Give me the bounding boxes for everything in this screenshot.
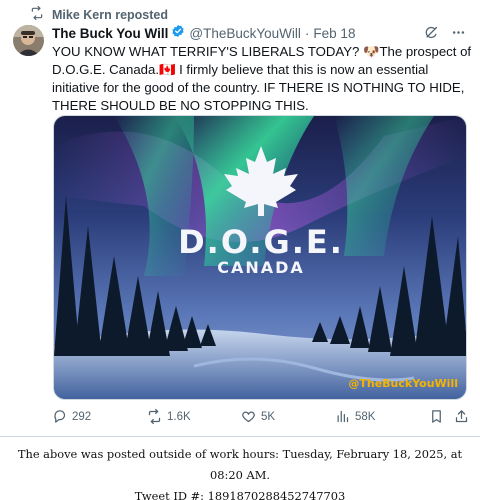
tweet-media-image[interactable]: D.O.G.E. CANADA @TheBuckYouWill bbox=[53, 115, 467, 400]
reply-icon bbox=[54, 410, 66, 423]
views-count: 58K bbox=[355, 410, 376, 423]
avatar[interactable] bbox=[13, 25, 44, 56]
header-actions bbox=[424, 25, 466, 45]
repost-action-icon bbox=[148, 409, 161, 424]
tweet-actions: 292 1.6K 5K 58K bbox=[52, 409, 472, 427]
verified-badge-icon bbox=[168, 24, 185, 43]
heart-icon bbox=[242, 411, 255, 423]
views-button[interactable]: 58K bbox=[335, 409, 375, 424]
reply-button[interactable]: 292 bbox=[52, 409, 91, 424]
repost-icon bbox=[30, 5, 44, 25]
reply-count: 292 bbox=[72, 410, 92, 423]
repost-label[interactable]: Mike Kern reposted bbox=[52, 8, 168, 22]
more-options-icon[interactable] bbox=[451, 25, 466, 45]
work-hours-note: The above was posted outside of work hou… bbox=[17, 447, 463, 482]
tweet-text: YOU KNOW WHAT TERRIFY'S LIBERALS TODAY? … bbox=[52, 44, 472, 113]
media-title: D.O.G.E. bbox=[178, 223, 344, 261]
separator-dot: · bbox=[304, 25, 310, 41]
bookmark-button[interactable] bbox=[429, 409, 444, 424]
media-watermark: @TheBuckYouWill bbox=[348, 377, 458, 390]
tweet-date[interactable]: Feb 18 bbox=[313, 26, 355, 41]
caption-footer: The above was posted outside of work hou… bbox=[0, 444, 480, 500]
like-button[interactable]: 5K bbox=[241, 409, 275, 424]
grok-icon[interactable] bbox=[424, 25, 439, 45]
tweet-card[interactable]: Mike Kern reposted The Buck You Will @Th… bbox=[0, 0, 480, 437]
tweet-header: The Buck You Will @TheBuckYouWill · Feb … bbox=[52, 24, 470, 42]
share-button[interactable] bbox=[454, 409, 469, 424]
author-name[interactable]: The Buck You Will bbox=[52, 26, 168, 41]
media-subtitle: CANADA bbox=[217, 258, 305, 277]
repost-count: 1.6K bbox=[167, 410, 191, 423]
author-handle[interactable]: @TheBuckYouWill bbox=[189, 26, 301, 41]
repost-indicator: Mike Kern reposted bbox=[30, 5, 168, 25]
tweet-id-note: Tweet ID #: 1891870288452747703 bbox=[134, 489, 346, 500]
views-chart-icon bbox=[337, 410, 349, 423]
share-icon bbox=[455, 410, 468, 423]
bookmark-icon bbox=[432, 410, 441, 423]
like-count: 5K bbox=[261, 410, 276, 423]
repost-button[interactable]: 1.6K bbox=[147, 409, 191, 424]
